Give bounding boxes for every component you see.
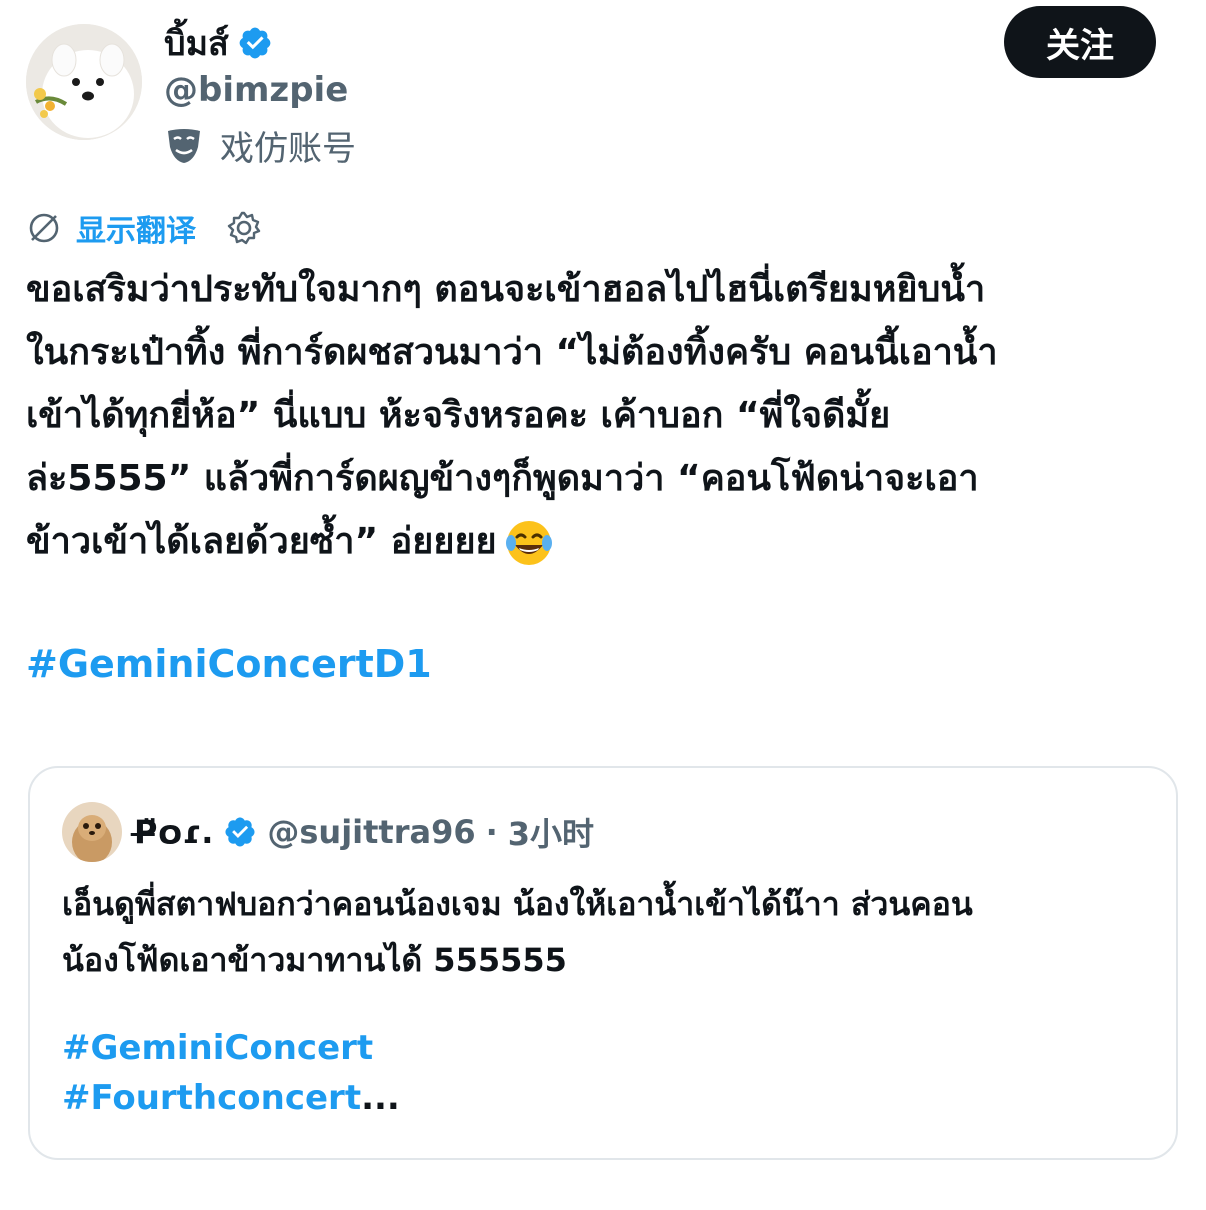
quoted-tweet-card[interactable]: P̶̈໐ɾ. @sujittra96 · 3小时 เอ็นดูพี่สตาฟบอ… <box>28 766 1178 1160</box>
theater-mask-icon <box>168 129 200 163</box>
author-avatar[interactable] <box>26 24 142 140</box>
quoted-text-line: น้องโฟ้ดเอาข้าวมาทานได้ 555555 <box>62 941 567 979</box>
quoted-tweet-header: P̶̈໐ɾ. @sujittra96 · 3小时 <box>134 806 594 858</box>
show-translation-link[interactable]: 显示翻译 <box>76 206 196 250</box>
samoyed-avatar-icon <box>26 24 142 140</box>
face-with-tears-of-joy-icon <box>505 521 552 565</box>
translate-row: 显示翻译 <box>26 205 262 251</box>
author-handle[interactable]: @bimzpie <box>164 70 348 110</box>
verified-badge-icon <box>239 27 271 59</box>
quoted-tweet-text: เอ็นดูพี่สตาฟบอกว่าคอนน้องเจม น้องให้เอา… <box>62 876 1152 988</box>
quoted-author-avatar[interactable] <box>62 802 122 862</box>
quoted-hashtag-row: #Fourthconcert... <box>62 1078 400 1118</box>
gear-icon[interactable] <box>226 210 262 246</box>
quoted-text-line: เอ็นดูพี่สตาฟบอกว่าคอนน้องเจม น้องให้เอา… <box>62 885 973 923</box>
tweet-text-line: ข้าวเข้าได้เลยด้วยซ้ำ” อ่ยยยย <box>26 521 497 562</box>
tweet-text: ขอเสริมว่าประทับใจมากๆ ตอนจะเข้าฮอลไปไฮน… <box>26 258 1176 573</box>
quoted-author-handle[interactable]: @sujittra96 <box>267 813 475 851</box>
hashtag-link[interactable]: #GeminiConcertD1 <box>26 642 432 686</box>
quoted-hashtag-link[interactable]: #GeminiConcert <box>62 1028 373 1068</box>
tweet-text-line: ขอเสริมว่าประทับใจมากๆ ตอนจะเข้าฮอลไปไฮน… <box>26 269 986 310</box>
parody-label: 戏仿账号 <box>220 128 356 169</box>
separator-dot: · <box>485 813 498 851</box>
tweet-text-line: เข้าได้ทุกยี่ห้อ” นี่แบบ ห้ะจริงหรอคะ เค… <box>26 395 891 436</box>
follow-button[interactable]: 关注 <box>1004 6 1156 78</box>
tweet-text-line: ล่ะ5555” แล้วพี่การ์ดผญข้างๆก็พูดมาว่า “… <box>26 458 979 499</box>
verified-badge-icon <box>225 817 255 847</box>
quoted-tweet-time[interactable]: 3小时 <box>508 809 594 855</box>
tweet-text-line-last: ข้าวเข้าได้เลยด้วยซ้ำ” อ่ยยยย <box>26 510 1176 573</box>
meerkat-avatar-icon <box>62 802 122 862</box>
author-display-name[interactable]: บิ้มส์ <box>164 16 229 70</box>
truncation-ellipsis: ... <box>361 1078 400 1118</box>
translate-icon <box>29 213 59 243</box>
quoted-author-name[interactable]: P̶̈໐ɾ. <box>134 813 213 851</box>
quoted-hashtag-link[interactable]: #Fourthconcert <box>62 1078 361 1118</box>
tweet-text-line: ในกระเป๋าทิ้ง พี่การ์ดผชสวนมาว่า “ไม่ต้อ… <box>26 332 998 373</box>
author-display-name-row[interactable]: บิ้มส์ <box>164 20 273 66</box>
parody-label-row: 戏仿账号 <box>164 120 356 170</box>
